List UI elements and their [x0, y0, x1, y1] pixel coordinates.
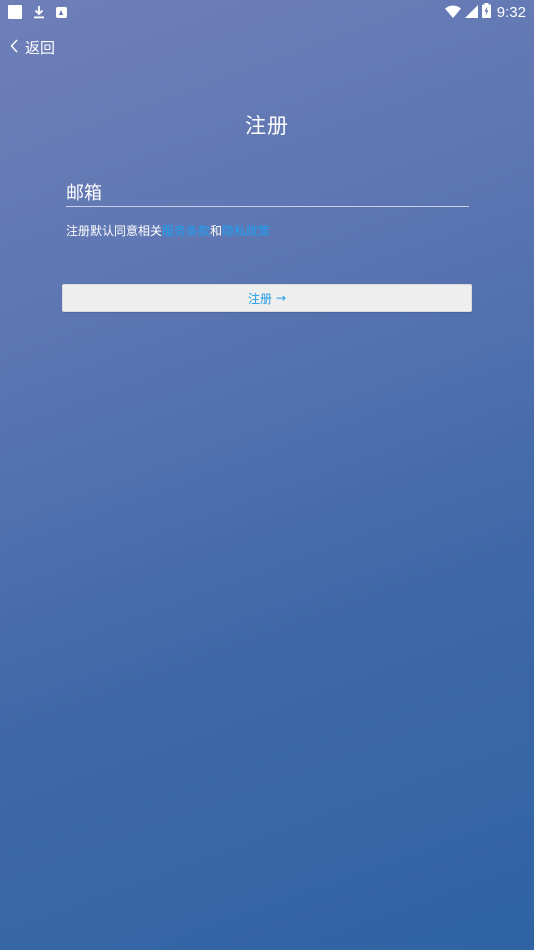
status-bar-right: 9:32: [444, 2, 526, 22]
status-bar: 9:32: [0, 0, 534, 24]
cell-signal-icon: [464, 3, 478, 22]
back-button[interactable]: 返回: [10, 36, 55, 58]
chevron-left-icon: [10, 38, 19, 57]
agreement-prefix: 注册默认同意相关: [66, 224, 163, 238]
register-button-label: 注册: [247, 291, 272, 306]
wifi-icon: [444, 3, 461, 22]
battery-icon: [481, 2, 491, 22]
email-input[interactable]: [66, 180, 469, 206]
register-button[interactable]: 注册 →: [62, 284, 472, 312]
download-icon: [32, 4, 46, 20]
agreement-text: 注册默认同意相关服务条款和隐私政策: [66, 222, 270, 239]
privacy-policy-link[interactable]: 隐私政策: [222, 224, 270, 238]
status-bar-left: [8, 4, 67, 20]
agreement-conjunction: 和: [210, 224, 223, 238]
notification-square-icon: [8, 5, 22, 19]
register-screen: 9:32 返回 注册 注册默认同意相关服务条款和隐私政策 注册 →: [0, 0, 534, 950]
app-notification-icon: [56, 6, 67, 18]
page-title: 注册: [245, 114, 289, 138]
back-label: 返回: [25, 38, 56, 57]
email-field[interactable]: [66, 180, 469, 207]
arrow-right-icon: →: [275, 291, 287, 305]
terms-of-service-link[interactable]: 服务条款: [162, 224, 210, 238]
status-time: 9:32: [496, 3, 526, 21]
